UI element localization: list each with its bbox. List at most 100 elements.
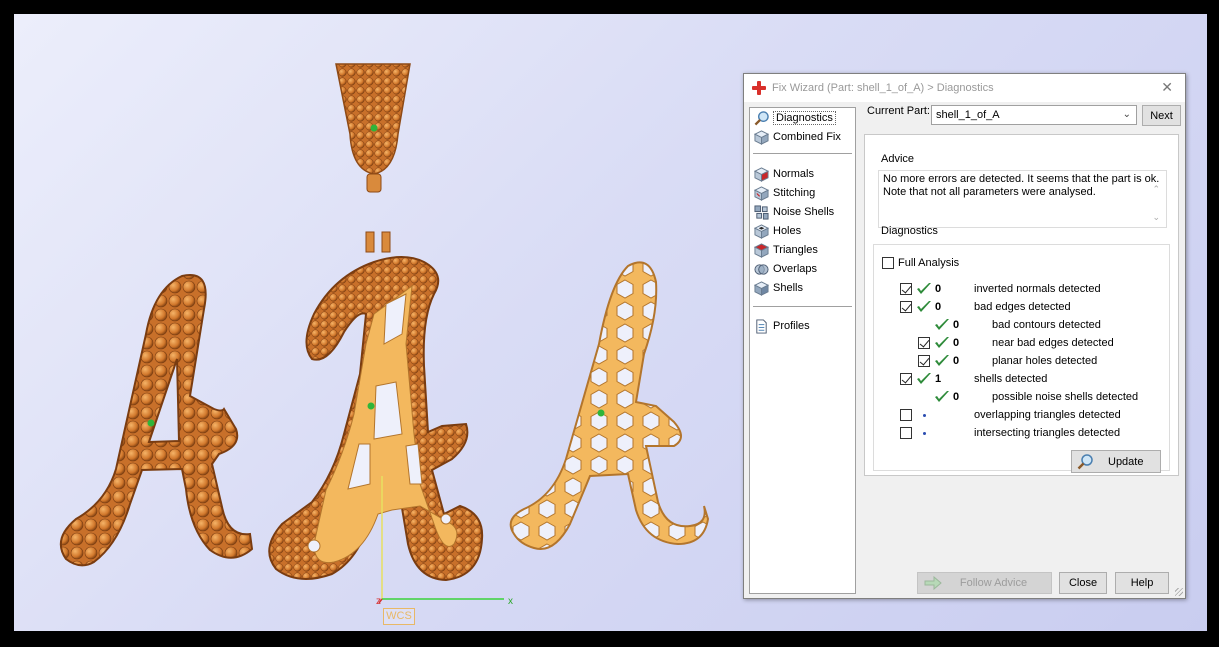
diagnostic-count: 0 — [953, 319, 960, 331]
nav-label: Stitching — [773, 187, 816, 199]
nav-item-overlaps[interactable]: Overlaps — [754, 260, 817, 278]
nav-item-shells[interactable]: Shells — [754, 279, 803, 297]
green-check-icon — [917, 301, 931, 312]
diagnostic-label: bad edges detected — [974, 301, 1071, 313]
update-label: Update — [1108, 455, 1144, 468]
nav-label: Profiles — [773, 320, 810, 332]
green-check-icon — [935, 355, 949, 366]
advice-line-1: No more errors are detected. It seems th… — [883, 173, 1160, 185]
diagnostic-checkbox[interactable] — [900, 409, 912, 421]
triangles-cube-icon — [754, 242, 769, 258]
app-cross-icon — [752, 81, 766, 95]
diagnostic-label: shells detected — [974, 373, 1048, 385]
diagnostic-count: 0 — [953, 355, 960, 367]
holes-cube-icon — [754, 223, 769, 239]
diagnostic-label: planar holes detected — [992, 355, 1098, 367]
nav-item-combined-fix[interactable]: Combined Fix — [754, 128, 841, 146]
diagnostic-checkbox[interactable] — [900, 283, 912, 295]
diagnostic-checkbox[interactable] — [900, 427, 912, 439]
fix-wizard-dialog: Fix Wizard (Part: shell_1_of_A) > Diagno… — [743, 73, 1186, 599]
cube-icon — [754, 129, 769, 145]
close-icon[interactable]: ✕ — [1161, 79, 1173, 96]
full-analysis-checkbox[interactable] — [882, 257, 894, 269]
nav-label: Holes — [773, 225, 802, 237]
resize-grip[interactable] — [1175, 588, 1183, 596]
update-button[interactable]: Update — [1071, 450, 1161, 473]
nav-label: Shells — [773, 282, 803, 294]
nav-item-noise-shells[interactable]: Noise Shells — [754, 203, 834, 221]
diagnostic-label: bad contours detected — [992, 319, 1101, 331]
green-check-icon — [917, 283, 931, 294]
diagnostics-panel: Advice No more errors are detected. It s… — [864, 134, 1179, 476]
nav-item-normals[interactable]: Normals — [754, 165, 814, 183]
help-button[interactable]: Help — [1115, 572, 1169, 594]
current-part-label: Current Part: — [867, 105, 930, 117]
z-axis-label: z — [376, 596, 381, 607]
diagnostic-checkbox[interactable] — [900, 301, 912, 313]
diagnostic-checkbox[interactable] — [918, 337, 930, 349]
shells-cube-icon — [754, 280, 769, 296]
nav-divider — [753, 306, 852, 307]
nav-label: Normals — [773, 168, 814, 180]
diagnostic-count: 1 — [935, 373, 942, 385]
green-check-icon — [935, 391, 949, 402]
green-check-icon — [935, 337, 949, 348]
dialog-title: Fix Wizard (Part: shell_1_of_A) > Diagno… — [772, 82, 994, 94]
arrow-right-icon — [924, 576, 942, 590]
diagnostic-count: 0 — [953, 391, 960, 403]
diagnostic-label: near bad edges detected — [992, 337, 1114, 349]
x-axis-label: x — [508, 596, 513, 607]
nav-item-stitching[interactable]: Stitching — [754, 184, 815, 202]
title-bar[interactable]: Fix Wizard (Part: shell_1_of_A) > Diagno… — [744, 74, 1185, 102]
unknown-status-icon — [923, 414, 926, 417]
nav-label: Diagnostics — [773, 111, 836, 125]
nav-label: Triangles — [773, 244, 818, 256]
nav-divider — [753, 153, 852, 154]
diagnostic-checkbox[interactable] — [918, 355, 930, 367]
advice-textbox[interactable]: No more errors are detected. It seems th… — [878, 170, 1167, 228]
scroll-up-icon[interactable]: ⌃ — [1152, 183, 1160, 196]
noise-shells-icon — [754, 204, 769, 220]
stitching-cube-icon — [754, 185, 769, 201]
current-part-select[interactable]: shell_1_of_A ⌄ — [931, 105, 1137, 125]
nav-item-holes[interactable]: Holes — [754, 222, 801, 240]
document-icon — [756, 318, 767, 334]
bail-model — [335, 63, 411, 193]
nav-item-diagnostics[interactable]: Diagnostics — [754, 109, 836, 127]
diagnostic-label: intersecting triangles detected — [974, 427, 1121, 439]
diagnostic-label: possible noise shells detected — [992, 391, 1139, 403]
next-button[interactable]: Next — [1142, 105, 1181, 126]
nav-item-triangles[interactable]: Triangles — [754, 241, 818, 259]
diagnostic-count: 0 — [935, 283, 942, 295]
magnifier-icon — [754, 110, 769, 125]
green-check-icon — [917, 373, 931, 384]
diagnostics-box: Full Analysis 0 inverted normals detected… — [873, 244, 1170, 473]
advice-line-2: Note that not all parameters were analys… — [883, 186, 1096, 198]
overlaps-icon — [754, 263, 769, 275]
full-analysis-label: Full Analysis — [898, 257, 960, 269]
follow-advice-label: Follow Advice — [959, 577, 1028, 589]
diagnostic-count: 0 — [953, 337, 960, 349]
nav-label: Combined Fix — [773, 131, 841, 143]
nav-item-profiles[interactable]: Profiles — [754, 317, 810, 335]
diagnostics-group-label: Diagnostics — [881, 225, 938, 237]
diagnostic-label: overlapping triangles detected — [974, 409, 1121, 421]
diagnostic-count: 0 — [935, 301, 942, 313]
pendant-model-beaded — [59, 273, 254, 567]
wizard-nav: Diagnostics Combined Fix Normals Stitchi… — [749, 107, 856, 594]
advice-group-label: Advice — [881, 153, 915, 165]
chevron-down-icon: ⌄ — [1122, 109, 1131, 120]
unknown-status-icon — [923, 432, 926, 435]
diagnostic-label: inverted normals detected — [974, 283, 1101, 295]
diagnostic-checkbox[interactable] — [900, 373, 912, 385]
scroll-down-icon[interactable]: ⌄ — [1152, 211, 1160, 224]
pendant-model-honeycomb — [509, 261, 710, 550]
magnifier-icon — [1077, 453, 1093, 469]
nav-label: Overlaps — [773, 263, 818, 275]
follow-advice-button: Follow Advice — [917, 572, 1052, 594]
nav-label: Noise Shells — [773, 206, 835, 218]
current-part-value: shell_1_of_A — [936, 109, 1000, 121]
wcs-label: WCS — [383, 608, 415, 625]
pendant-model-framed — [268, 231, 484, 582]
close-button[interactable]: Close — [1059, 572, 1107, 594]
